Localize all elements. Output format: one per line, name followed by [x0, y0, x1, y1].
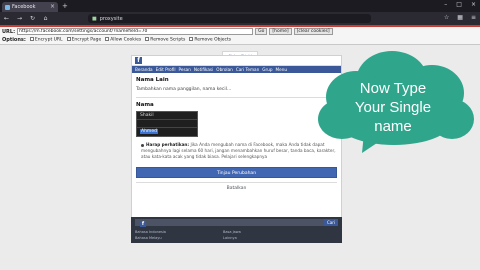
browser-nav-bar: ← → ↻ ⌂ ■ proxysite ☆ ▦ ≡ [0, 12, 480, 25]
callout-line: Now Type [359, 80, 427, 97]
proxy-go-button[interactable]: Go [255, 28, 268, 35]
name-section: Nama Shakil Ahmed Harap perhatikan: Jika… [132, 98, 341, 161]
middle-name-field[interactable] [137, 120, 197, 128]
checkbox-icon[interactable] [29, 37, 34, 42]
callout-text: Now Type Your Single name [312, 79, 474, 136]
nav-chat[interactable]: Obrolan [216, 67, 233, 72]
lock-icon: ■ [92, 15, 97, 22]
reload-icon[interactable]: ↻ [29, 15, 36, 23]
nav-edit-profile[interactable]: Edit Profil [156, 67, 176, 72]
callout-line: Your Single [354, 99, 432, 116]
maximize-icon[interactable]: □ [456, 1, 462, 8]
facebook-page: f Beranda Edit Profil Pesan Notifikasi O… [131, 55, 342, 243]
browser-tab[interactable]: Facebook × [2, 2, 58, 12]
checkbox-icon[interactable] [105, 37, 110, 42]
facebook-header: f [132, 56, 341, 66]
review-change-button[interactable]: Tinjau Perubahan [136, 166, 337, 178]
language-link[interactable]: Lainnya [223, 236, 237, 240]
checkbox-icon[interactable] [66, 37, 71, 42]
notice-label: Harap perhatikan: [146, 142, 190, 147]
bookmark-star-icon[interactable]: ☆ [444, 14, 449, 21]
name-fields: Shakil Ahmed [136, 111, 198, 137]
footer-facebook-icon: f [140, 221, 146, 227]
language-link[interactable]: Basa Jawa [223, 230, 241, 234]
forward-icon[interactable]: → [16, 15, 23, 23]
last-name-selected-text: Ahmed [140, 129, 158, 134]
new-tab-icon[interactable]: + [62, 2, 68, 10]
proxy-url-input[interactable]: https://m.facebook.com/settings/account/… [17, 28, 254, 35]
tab-title: Facebook [12, 4, 36, 10]
browser-tab-strip: Facebook × + – □ × [0, 0, 480, 12]
other-name-title: Nama Lain [136, 77, 169, 83]
last-name-field[interactable]: Ahmed [137, 128, 197, 136]
cancel-button[interactable]: Batalkan [136, 181, 337, 193]
browser-toolbar-icons: ☆ ▦ ≡ [444, 14, 476, 21]
option-remove-objects[interactable]: Remove Objects [189, 37, 231, 43]
facebook-logo-icon[interactable]: f [135, 57, 142, 64]
nav-menu[interactable]: Menu [276, 67, 288, 72]
instruction-callout: Now Type Your Single name [312, 49, 474, 154]
nav-home[interactable]: Beranda [135, 67, 153, 72]
option-remove-scripts[interactable]: Remove Scripts [145, 37, 185, 43]
proxy-toolbar: URL: https://m.facebook.com/settings/acc… [0, 27, 480, 45]
address-bar-text: proxysite [99, 15, 123, 22]
close-window-icon[interactable]: × [471, 1, 476, 8]
other-name-link[interactable]: Tambahkan nama panggilan, nama kecil… [136, 87, 337, 92]
first-name-field[interactable]: Shakil [137, 112, 197, 120]
facebook-nav: Beranda Edit Profil Pesan Notifikasi Obr… [132, 66, 341, 73]
name-change-notice: Harap perhatikan: Jika Anda mengubah nam… [136, 142, 337, 161]
back-icon[interactable]: ← [3, 15, 10, 23]
bullet-icon [141, 143, 144, 147]
language-link[interactable]: Bahasa Melayu [135, 236, 162, 240]
checkbox-icon[interactable] [189, 37, 194, 42]
extensions-icon[interactable]: ▦ [457, 14, 463, 21]
proxy-home-button[interactable]: [home] [269, 28, 292, 35]
footer-search-button[interactable]: Cari [324, 219, 338, 226]
menu-icon[interactable]: ≡ [471, 14, 476, 21]
nav-groups[interactable]: Grup [262, 67, 272, 72]
name-title: Nama [136, 102, 154, 108]
language-link[interactable]: Bahasa Indonesia [135, 230, 166, 234]
other-name-section: Nama Lain Tambahkan nama panggilan, nama… [132, 73, 341, 98]
option-encrypt-page[interactable]: Encrypt Page [66, 37, 101, 43]
tab-favicon-icon [5, 4, 10, 10]
tab-close-icon[interactable]: × [50, 4, 55, 10]
option-allow-cookies[interactable]: Allow Cookies [105, 37, 141, 43]
facebook-footer: f Cari Bahasa Indonesia Basa Jawa Bahasa… [131, 217, 342, 243]
callout-line: name [374, 118, 412, 135]
proxy-options-label: Options: [2, 37, 26, 43]
home-icon[interactable]: ⌂ [42, 15, 49, 23]
proxy-clear-cookies-button[interactable]: [clear cookies] [293, 28, 333, 35]
nav-find-friends[interactable]: Cari Teman [236, 67, 259, 72]
address-bar[interactable]: ■ proxysite [88, 14, 371, 23]
footer-search-input[interactable]: f [135, 219, 331, 227]
option-encrypt-url[interactable]: Encrypt URL [29, 37, 63, 43]
minimize-icon[interactable]: – [444, 1, 447, 8]
window-controls: – □ × [444, 1, 476, 8]
checkbox-icon[interactable] [145, 37, 150, 42]
nav-messages[interactable]: Pesan [179, 67, 191, 72]
nav-notifications[interactable]: Notifikasi [194, 67, 213, 72]
proxy-url-label: URL: [2, 28, 16, 35]
